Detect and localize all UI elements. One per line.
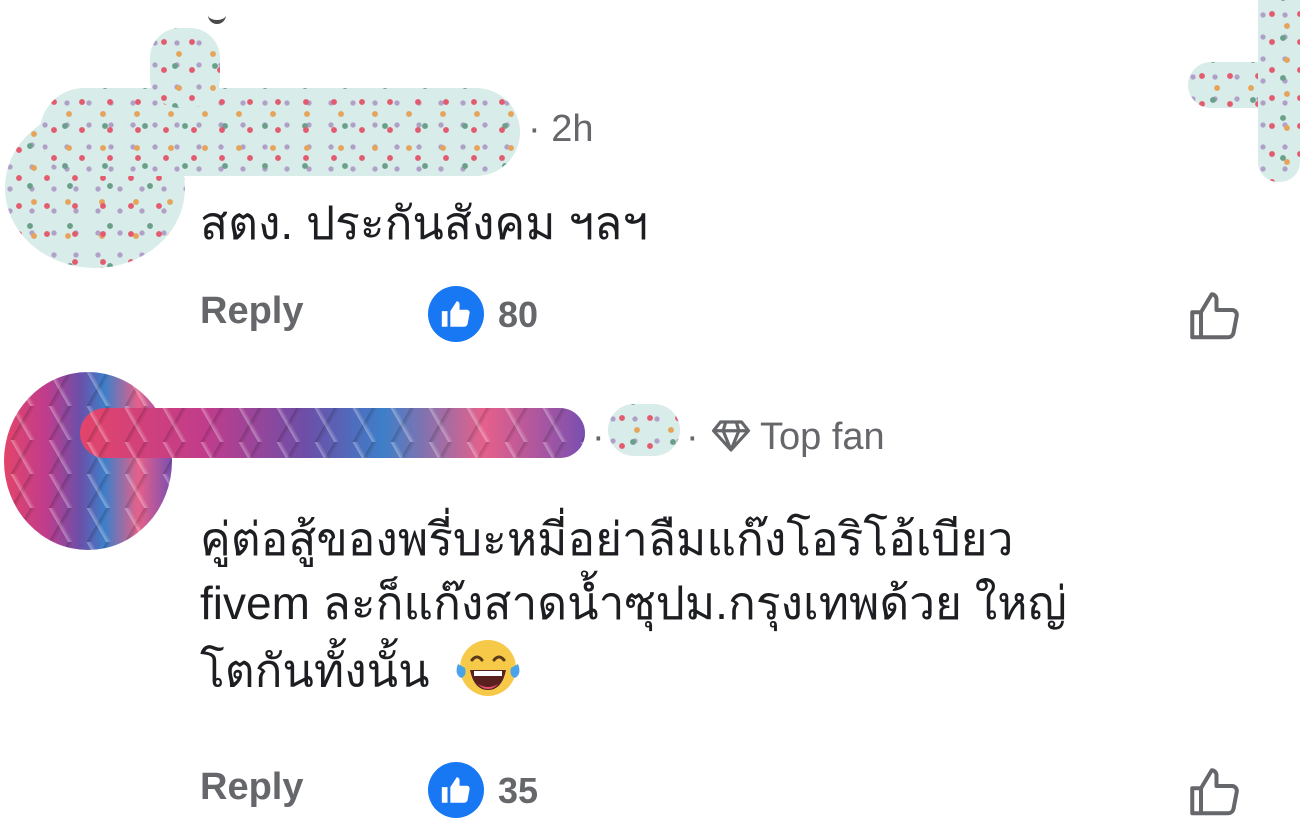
thumbs-up-icon: [428, 762, 484, 818]
thumbs-up-outline-icon[interactable]: [1186, 286, 1246, 346]
comment-text-line: สตง. ประกันสังคม ฯลฯ: [200, 197, 649, 249]
comment-text-line: คู่ต่อสู้ของพรี่บะหมี่อย่าลืมแก๊งโอริโอ้…: [200, 513, 1014, 565]
like-count: 35: [498, 770, 539, 811]
thumbs-up-outline-icon[interactable]: [1186, 762, 1246, 822]
redacted-menu-area-vertical: [1258, 0, 1300, 182]
thumbs-up-icon: [428, 286, 484, 342]
scroll-remnant: [208, 10, 226, 24]
comment-body: คู่ต่อสู้ของพรี่บะหมี่อย่าลืมแก๊งโอริโอ้…: [200, 508, 1067, 713]
top-fan-badge: Top fan: [760, 416, 885, 458]
secondary-redacted: [608, 404, 680, 456]
avatar-redacted: [4, 372, 172, 550]
author-name-redacted-top: [150, 28, 220, 108]
like-count: 80: [498, 294, 539, 335]
comment-text-line-with-emoji: โตกันทั้งนั้น: [200, 636, 1067, 713]
reply-button[interactable]: Reply: [200, 766, 303, 809]
diamond-icon: [710, 418, 752, 454]
comment-body: สตง. ประกันสังคม ฯลฯ: [200, 192, 648, 254]
comment-text-line: โตกันทั้งนั้น: [200, 644, 430, 697]
author-name-redacted: [80, 408, 585, 458]
comment-text-line: fivem ละก็แก๊งสาดน้ำซุปม.กรุงเทพด้วย ใหญ…: [200, 577, 1067, 629]
name-separator: ·: [592, 416, 605, 458]
badge-separator: ·: [686, 416, 699, 458]
author-name-redacted: [40, 88, 520, 176]
comment-time: · 2h: [528, 108, 594, 150]
tears-of-joy-emoji: [454, 636, 522, 713]
reply-button[interactable]: Reply: [200, 290, 303, 333]
